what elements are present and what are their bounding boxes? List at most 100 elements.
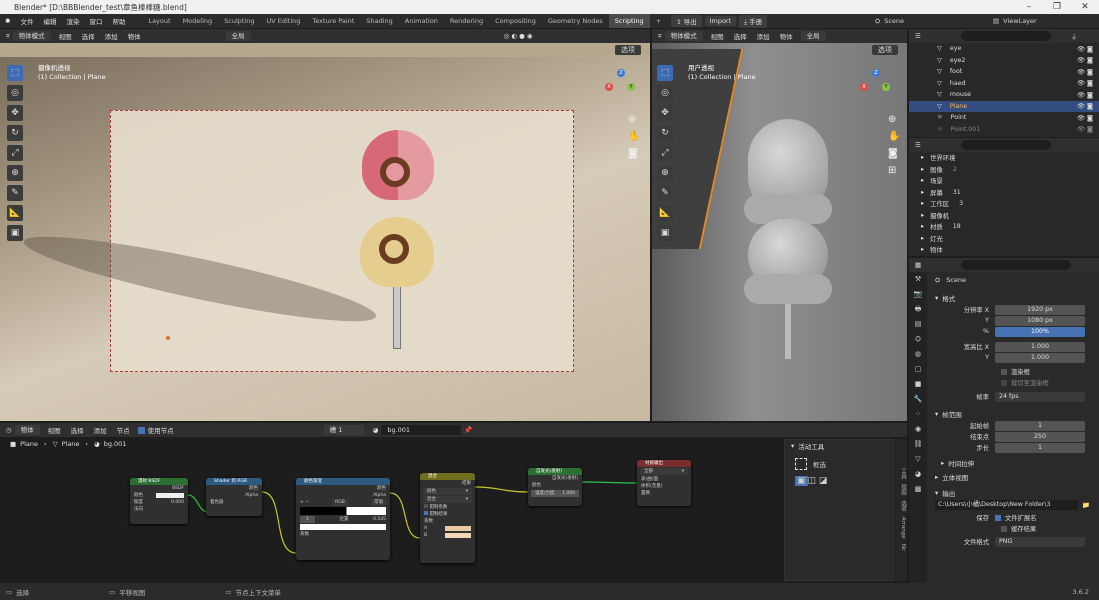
tab-scripting[interactable]: Scripting: [608, 14, 650, 28]
particles-tab-icon[interactable]: ⁘: [909, 407, 927, 422]
close-button[interactable]: ✕: [1071, 0, 1099, 14]
file-format-dropdown[interactable]: PNG: [995, 536, 1085, 547]
outliner-row[interactable]: ▽ mouse 👁 ◙: [909, 89, 1099, 101]
zoom-icon[interactable]: ⊕: [628, 111, 642, 128]
tab-modeling[interactable]: Modeling: [177, 14, 219, 28]
gizmo-x-2[interactable]: X: [860, 83, 868, 91]
format-section[interactable]: ▾ 格式: [929, 292, 1099, 304]
move-tool-icon[interactable]: ✥: [7, 105, 23, 121]
ramp-add-icon[interactable]: + −: [300, 499, 309, 506]
res-pct-field[interactable]: 100%: [995, 326, 1085, 337]
filter-icon[interactable]: ⏚: [1071, 31, 1078, 41]
properties-search-input[interactable]: [961, 260, 1072, 270]
node-shader-to-rgb[interactable]: Shader 到 RGB 颜色 Alpha 着色器: [206, 478, 262, 516]
pan-hand-icon-2[interactable]: ✋: [888, 128, 902, 145]
measure-tool-icon-2[interactable]: 📐: [657, 205, 673, 221]
output-path-field[interactable]: C:\Users\小橘\Desktop\New Folder\3: [935, 499, 1078, 510]
import-button[interactable]: Import: [704, 16, 737, 26]
select-new-icon[interactable]: ▣: [795, 476, 808, 486]
fps-dropdown[interactable]: 24 fps: [995, 391, 1085, 402]
transform-tool-icon-2[interactable]: ⊕: [657, 165, 673, 181]
box-select-row[interactable]: 框选: [795, 458, 883, 470]
camera-icon-2[interactable]: ◙: [888, 145, 902, 162]
node-diffuse-bsdf[interactable]: 漫射 BSDF BSDF 颜色 糙度 0.000 法向: [130, 478, 188, 524]
time-stretch-section[interactable]: ▸ 时间拉伸: [929, 457, 1099, 469]
data-search-input[interactable]: [960, 140, 1051, 150]
manual-button[interactable]: ⤓ 手册: [739, 14, 768, 28]
menu-view-2[interactable]: 视图: [706, 31, 729, 41]
cache-row[interactable]: 缓存结果: [929, 523, 1099, 534]
orientation-dropdown-2[interactable]: 全局: [800, 31, 826, 41]
crop-checkbox[interactable]: [1001, 379, 1007, 386]
texture-tab-icon[interactable]: ▩: [909, 482, 927, 497]
add-cube-tool-icon-2[interactable]: ▣: [657, 225, 673, 241]
menu-help[interactable]: 帮助: [107, 16, 130, 26]
gizmo-y[interactable]: Y: [627, 83, 635, 91]
add-cube-tool-icon[interactable]: ▣: [7, 225, 23, 241]
menu-window[interactable]: 窗口: [84, 16, 107, 26]
clamp-factor-checkbox[interactable]: [424, 504, 428, 508]
ramp-stop-color[interactable]: [300, 524, 386, 530]
outliner-row[interactable]: ☼ Point 👁 ◙: [909, 112, 1099, 124]
mode-dropdown-2[interactable]: 物体模式: [664, 31, 703, 41]
strength-field[interactable]: 强度/力度 1.000: [531, 490, 579, 497]
stereo-section[interactable]: ▸ 立体视图: [929, 471, 1099, 483]
outliner-row[interactable]: ▽ haed 👁 ◙: [909, 78, 1099, 90]
select-mode-icons[interactable]: ▣ ◫ ◪: [795, 476, 883, 486]
node-emission[interactable]: 自发光(发射) 自发光(发射) 颜色 强度/力度 1.000: [528, 468, 582, 506]
tab-layout[interactable]: Layout: [142, 14, 176, 28]
node-input-b[interactable]: B: [420, 532, 475, 539]
cursor-tool-icon[interactable]: ◎: [7, 85, 23, 101]
select-extend-icon[interactable]: ◫ ◪: [808, 476, 828, 486]
visibility-icon[interactable]: 👁 ◙: [1077, 45, 1099, 53]
target-dropdown[interactable]: 全部 ▾: [640, 468, 688, 475]
visibility-icon[interactable]: 👁 ◙: [1077, 114, 1099, 122]
annotate-tool-icon-2[interactable]: ✎: [657, 185, 673, 201]
view-layer-selector[interactable]: ▤ ViewLayer: [993, 17, 1037, 25]
active-tool-header[interactable]: ▾ 活动工具: [785, 440, 893, 452]
properties-type-icon[interactable]: ▦: [915, 261, 921, 269]
node-input-color[interactable]: 颜色: [130, 492, 188, 499]
tree-item[interactable]: ▸ 物体: [909, 244, 1099, 256]
viewport-user[interactable]: ⌗ 物体模式 视图 选择 添加 物体 全局 选项 用户透视 (1) Collec…: [652, 29, 907, 421]
res-y-field[interactable]: 1080 px: [995, 315, 1085, 326]
select-tool-icon[interactable]: ⬚: [7, 65, 23, 81]
sidebar-tab-arrange[interactable]: Arrange: [900, 517, 906, 539]
ramp-interp-dropdown[interactable]: 常值: [371, 499, 386, 506]
gizmo-z-2[interactable]: Z: [872, 69, 880, 77]
object-tab-icon[interactable]: ■: [909, 377, 927, 392]
constraints-tab-icon[interactable]: ⛓: [909, 437, 927, 452]
sidebar-tab-nc[interactable]: Nc: [900, 544, 906, 551]
res-x-field[interactable]: 1920 px: [995, 304, 1085, 315]
gizmo-x[interactable]: X: [605, 83, 613, 91]
ramp-gradient-bar[interactable]: [300, 507, 386, 515]
grid-icon-2[interactable]: ⊞: [888, 162, 902, 179]
node-input-a[interactable]: A: [420, 525, 475, 532]
tree-item[interactable]: ▸ 摄像机: [909, 210, 1099, 222]
modifier-tab-icon[interactable]: 🔧: [909, 392, 927, 407]
menu-file[interactable]: 文件: [15, 16, 38, 26]
tree-item[interactable]: ▸ 世界环境: [909, 152, 1099, 164]
shading-icons[interactable]: ◎ ◐ ● ◉: [504, 32, 533, 40]
minimize-button[interactable]: –: [1015, 0, 1043, 14]
tab-uv-editing[interactable]: UV Editing: [261, 14, 307, 28]
color-a-swatch[interactable]: [445, 526, 471, 531]
editor-type-icon-2[interactable]: ⌗: [658, 32, 662, 41]
clamp-result-row[interactable]: 钳制结果: [420, 511, 475, 518]
box-select-icon[interactable]: [795, 458, 807, 470]
options-dropdown-2[interactable]: 选项: [872, 45, 898, 55]
data-tab-icon[interactable]: ▽: [909, 452, 927, 467]
measure-tool-icon[interactable]: 📐: [7, 205, 23, 221]
visibility-icon[interactable]: 👁 ◙: [1077, 56, 1099, 64]
options-dropdown[interactable]: 选项: [615, 45, 641, 55]
node-material-output[interactable]: 材质输出 全部 ▾ 表(曲)面 体积(音量) 置换: [637, 460, 691, 506]
gizmo-z[interactable]: Z: [617, 69, 625, 77]
node-input-rough[interactable]: 糙度 0.000: [130, 499, 188, 506]
mode-dropdown[interactable]: 物体模式: [12, 31, 51, 41]
node-mix[interactable]: 混合 结果 颜色 ▾ 混合 ▾ 钳制系数 钳制结果 系数 A B: [420, 473, 475, 563]
tab-sculpting[interactable]: Sculpting: [218, 14, 260, 28]
editor-type-icon[interactable]: ⌗: [6, 32, 10, 41]
orientation-dropdown[interactable]: 全局: [225, 31, 251, 41]
color-swatch[interactable]: [156, 493, 184, 498]
select-tool-icon-2[interactable]: ⬚: [657, 65, 673, 81]
